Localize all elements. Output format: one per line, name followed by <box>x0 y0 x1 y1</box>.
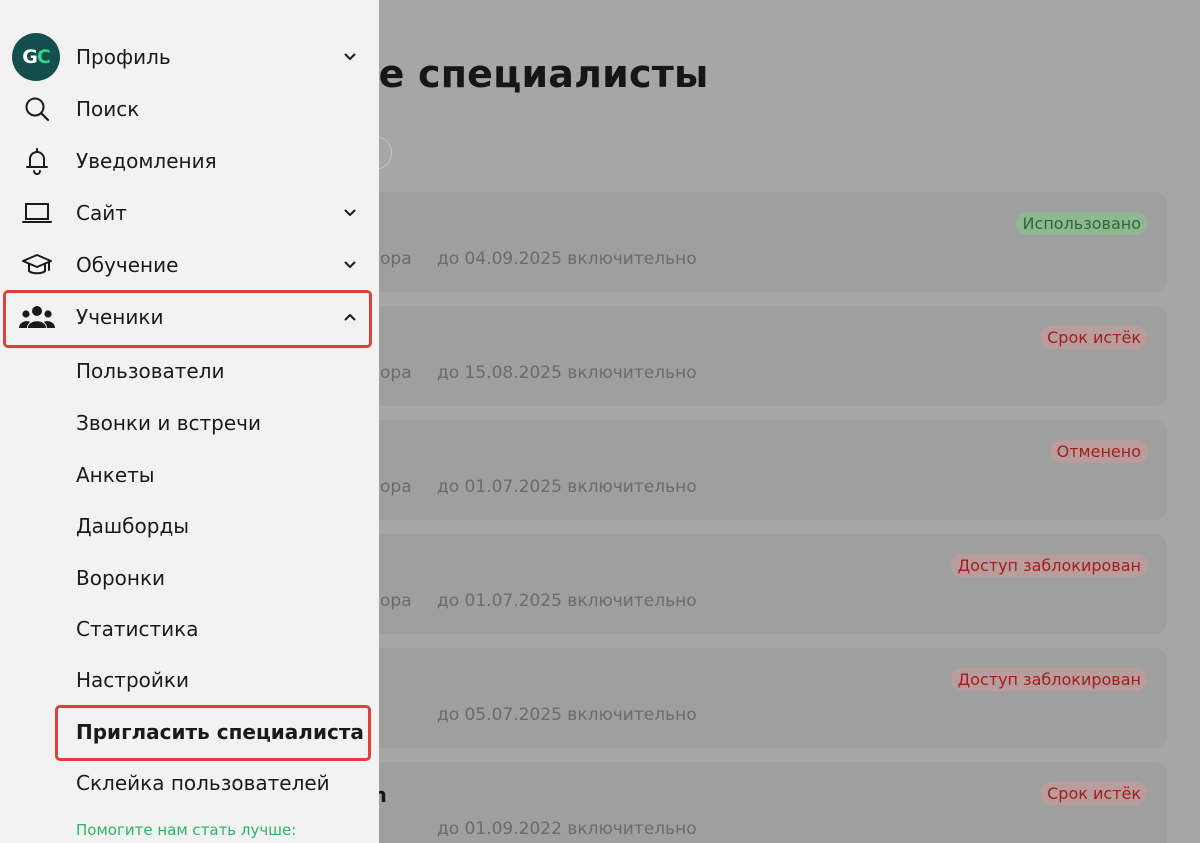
page-title: ые специалисты <box>344 52 709 96</box>
avatar-icon: GC <box>12 33 60 81</box>
card-date: до 05.07.2025 включительно <box>437 705 697 725</box>
invite-card[interactable]: ора до 01.07.2025 включительно Доступ за… <box>300 534 1167 634</box>
feedback-link[interactable]: Помогите нам стать лучше: <box>76 821 296 839</box>
card-role-text: ора <box>380 249 412 269</box>
sidebar-item-label: Уведомления <box>76 149 217 173</box>
status-badge: Срок истёк <box>1040 326 1148 349</box>
sidebar-item-label: Сайт <box>76 201 127 225</box>
graduation-cap-icon <box>18 246 56 284</box>
submenu-item-forms[interactable]: Анкеты <box>76 463 155 487</box>
chevron-down-icon <box>341 204 359 222</box>
invite-highlight-box <box>55 705 371 761</box>
status-badge: Использовано <box>1015 212 1148 235</box>
chevron-down-icon <box>341 256 359 274</box>
sidebar-item-notifications[interactable]: Уведомления <box>0 136 379 186</box>
status-badge: Доступ заблокирован <box>950 554 1148 577</box>
invite-card[interactable]: до 05.07.2025 включительно Доступ заблок… <box>300 648 1167 748</box>
submenu-item-merge-users[interactable]: Склейка пользователей <box>76 771 330 795</box>
card-role-text: ора <box>380 477 412 497</box>
invite-card[interactable]: ора до 01.07.2025 включительно Отменено <box>300 420 1167 520</box>
sidebar-item-search[interactable]: Поиск <box>0 84 379 134</box>
card-role-text: ора <box>380 363 412 383</box>
card-date: до 15.08.2025 включительно <box>437 363 697 383</box>
sidebar: GC Профиль Поиск Уведомления Сайт Обучен… <box>0 0 379 843</box>
card-role-text: ора <box>380 591 412 611</box>
submenu-item-calls[interactable]: Звонки и встречи <box>76 411 261 435</box>
search-icon <box>18 90 56 128</box>
sidebar-item-learning[interactable]: Обучение <box>0 240 379 290</box>
bell-icon <box>18 142 56 180</box>
sidebar-item-label: Профиль <box>76 45 171 69</box>
invite-card[interactable]: ора до 15.08.2025 включительно Срок истё… <box>300 306 1167 406</box>
card-date: до 04.09.2025 включительно <box>437 249 697 269</box>
sidebar-item-site[interactable]: Сайт <box>0 188 379 238</box>
status-badge: Срок истёк <box>1040 782 1148 805</box>
sidebar-item-label: Поиск <box>76 97 140 121</box>
status-badge: Доступ заблокирован <box>950 668 1148 691</box>
avatar: GC <box>12 33 60 81</box>
submenu-item-users[interactable]: Пользователи <box>76 359 225 383</box>
sidebar-item-label: Обучение <box>76 253 179 277</box>
submenu-item-funnels[interactable]: Воронки <box>76 566 165 590</box>
sidebar-item-profile[interactable]: GC Профиль <box>0 32 379 82</box>
submenu-item-settings[interactable]: Настройки <box>76 668 189 692</box>
students-highlight-box <box>3 290 372 348</box>
card-date: до 01.07.2025 включительно <box>437 477 697 497</box>
invite-card[interactable]: ора до 04.09.2025 включительно Использов… <box>300 192 1167 292</box>
chevron-down-icon <box>341 48 359 66</box>
card-date: до 01.09.2022 включительно <box>437 819 697 839</box>
card-date: до 01.07.2025 включительно <box>437 591 697 611</box>
laptop-icon <box>18 194 56 232</box>
submenu-item-statistics[interactable]: Статистика <box>76 617 199 641</box>
submenu-item-dashboards[interactable]: Дашборды <box>76 514 189 538</box>
invite-card[interactable]: m до 01.09.2022 включительно Срок истёк <box>300 762 1167 843</box>
status-badge: Отменено <box>1049 440 1148 463</box>
